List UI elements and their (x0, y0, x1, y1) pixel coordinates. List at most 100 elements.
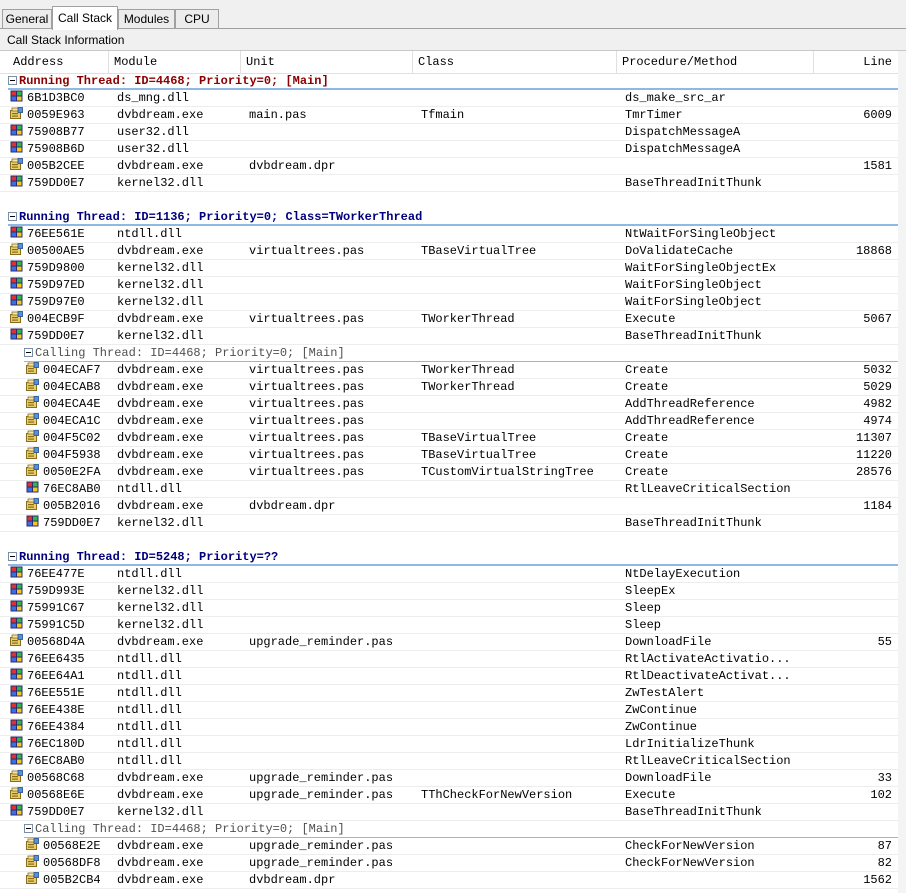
cell-module: dvbdream.exe (117, 244, 204, 258)
stack-frame-row[interactable]: 76EE6435 ntdll.dll RtlActivateActivatio... (0, 651, 898, 668)
call-stack-grid[interactable]: Address Module Unit Class Procedure/Meth… (0, 50, 906, 893)
cell-module: dvbdream.exe (117, 839, 204, 853)
cell-procedure: Sleep (625, 618, 662, 632)
stack-frame-row[interactable]: 00568E6E dvbdream.exe upgrade_reminder.pas… (0, 787, 898, 804)
stack-frame-row[interactable]: 76EE561E ntdll.dll NtWaitForSingleObject (0, 226, 898, 243)
column-header-address[interactable]: Address (8, 51, 109, 73)
column-header-procedure[interactable]: Procedure/Method (617, 51, 814, 73)
column-header-class[interactable]: Class (413, 51, 617, 73)
cell-unit: dvbdream.dpr (249, 499, 336, 513)
column-header-module[interactable]: Module (109, 51, 241, 73)
stack-frame-row[interactable]: 004F5938 dvbdream.exe virtualtrees.pas TBas… (0, 447, 898, 464)
cell-unit: virtualtrees.pas (249, 414, 365, 428)
stack-frame-row[interactable]: 759D993E kernel32.dll SleepEx (0, 583, 898, 600)
source-unit-icon (10, 787, 23, 799)
stack-frame-row[interactable]: 759D9800 kernel32.dll WaitForSingleObjectE… (0, 260, 898, 277)
calling-thread-group-header[interactable]: Calling Thread: ID=4468; Priority=0; [Ma… (24, 345, 898, 362)
system-module-icon (10, 226, 23, 238)
collapse-icon[interactable] (8, 212, 17, 222)
column-header-unit[interactable]: Unit (241, 51, 413, 73)
stack-frame-row[interactable]: 004ECB9F dvbdream.exe virtualtrees.pas TWor… (0, 311, 898, 328)
stack-frame-row[interactable]: 76EE477E ntdll.dll NtDelayExecution (0, 566, 898, 583)
tab-cpu[interactable]: CPU (175, 9, 219, 28)
cell-class: TBaseVirtualTree (421, 448, 537, 462)
vertical-scrollbar[interactable] (898, 51, 906, 893)
panel-title: Call Stack Information (7, 33, 125, 47)
cell-procedure: BaseThreadInitThunk (625, 805, 762, 819)
stack-frame-row[interactable]: 75991C5D kernel32.dll Sleep (0, 617, 898, 634)
cell-line: 87 (877, 839, 892, 853)
cell-class: TThCheckForNewVersion (421, 788, 573, 802)
stack-frame-row[interactable]: 004ECA4E dvbdream.exe virtualtrees.pas AddT… (0, 396, 898, 413)
source-unit-icon (10, 311, 23, 323)
stack-frame-row[interactable]: 75908B6D user32.dll DispatchMessageA (0, 141, 898, 158)
cell-procedure: DownloadFile (625, 771, 712, 785)
cell-module: dvbdream.exe (117, 431, 204, 445)
stack-frame-row[interactable]: 005B2CB4 dvbdream.exe dvbdream.dpr 1562 (0, 872, 898, 889)
source-unit-icon (26, 430, 39, 442)
stack-frame-row[interactable]: 76EC8AB0 ntdll.dll RtlLeaveCriticalSection (0, 753, 898, 770)
stack-frame-row[interactable]: 759DD0E7 kernel32.dll BaseThreadInitThunk (0, 804, 898, 821)
cell-address: 75991C67 (27, 601, 85, 615)
cell-procedure: ZwTestAlert (625, 686, 705, 700)
system-module-icon (10, 719, 23, 731)
stack-frame-row[interactable]: 005B2CEE dvbdream.exe dvbdream.dpr 1581 (0, 158, 898, 175)
cell-module: dvbdream.exe (117, 448, 204, 462)
tab-modules[interactable]: Modules (118, 9, 175, 28)
tab-bar: General Call Stack Modules CPU (0, 0, 906, 30)
running-thread-group-header[interactable]: Running Thread: ID=5248; Priority=?? (8, 549, 898, 566)
cell-procedure: BaseThreadInitThunk (625, 176, 762, 190)
stack-frame-row[interactable]: 004ECA1C dvbdream.exe virtualtrees.pas AddT… (0, 413, 898, 430)
stack-frame-row[interactable]: 0050E2FA dvbdream.exe virtualtrees.pas TCus… (0, 464, 898, 481)
stack-frame-row[interactable]: 00568C68 dvbdream.exe upgrade_reminder.pas… (0, 770, 898, 787)
stack-frame-row[interactable]: 004ECAB8 dvbdream.exe virtualtrees.pas TWor… (0, 379, 898, 396)
collapse-icon[interactable] (8, 552, 17, 562)
cell-unit: virtualtrees.pas (249, 465, 365, 479)
column-header-line[interactable]: Line (814, 51, 898, 73)
stack-frame-row[interactable]: 76EE64A1 ntdll.dll RtlDeactivateActivat... (0, 668, 898, 685)
stack-frame-row[interactable]: 00568DF8 dvbdream.exe upgrade_reminder.pas… (0, 855, 898, 872)
collapse-icon[interactable] (24, 348, 33, 358)
calling-thread-group-header[interactable]: Calling Thread: ID=4468; Priority=0; [Ma… (24, 821, 898, 838)
cell-address: 759D97ED (27, 278, 85, 292)
cell-address: 004ECA1C (43, 414, 101, 428)
stack-frame-row[interactable]: 76EE438E ntdll.dll ZwContinue (0, 702, 898, 719)
collapse-icon[interactable] (24, 824, 33, 834)
cell-module: kernel32.dll (117, 618, 204, 632)
system-module-icon (10, 124, 23, 136)
stack-frame-row[interactable]: 759DD0E7 kernel32.dll BaseThreadInitThunk (0, 175, 898, 192)
stack-frame-row[interactable]: 00568E2E dvbdream.exe upgrade_reminder.pas… (0, 838, 898, 855)
running-thread-group-header[interactable]: Running Thread: ID=4468; Priority=0; [Ma… (8, 73, 898, 90)
stack-frame-row[interactable]: 76EE551E ntdll.dll ZwTestAlert (0, 685, 898, 702)
stack-frame-row[interactable]: 759DD0E7 kernel32.dll BaseThreadInitThunk (0, 328, 898, 345)
cell-module: dvbdream.exe (117, 108, 204, 122)
stack-frame-row[interactable]: 759D97ED kernel32.dll WaitForSingleObject (0, 277, 898, 294)
stack-frame-row[interactable]: 759D97E0 kernel32.dll WaitForSingleObject (0, 294, 898, 311)
cell-module: dvbdream.exe (117, 499, 204, 513)
stack-frame-row[interactable]: 00500AE5 dvbdream.exe virtualtrees.pas TBas… (0, 243, 898, 260)
stack-frame-row[interactable]: 005B2016 dvbdream.exe dvbdream.dpr 1184 (0, 498, 898, 515)
stack-frame-row[interactable]: 76EC180D ntdll.dll LdrInitializeThunk (0, 736, 898, 753)
tab-general[interactable]: General (2, 9, 52, 28)
cell-procedure: AddThreadReference (625, 414, 755, 428)
running-thread-group-header[interactable]: Running Thread: ID=1136; Priority=0; Cla… (8, 209, 898, 226)
stack-frame-row[interactable]: 759DD0E7 kernel32.dll BaseThreadInitThunk (0, 515, 898, 532)
stack-frame-row[interactable]: 75991C67 kernel32.dll Sleep (0, 600, 898, 617)
tab-call-stack[interactable]: Call Stack (52, 6, 118, 30)
cell-address: 004ECAB8 (43, 380, 101, 394)
stack-frame-row[interactable]: 004ECAF7 dvbdream.exe virtualtrees.pas TWor… (0, 362, 898, 379)
stack-frame-row[interactable]: 6B1D3BC0 ds_mng.dll ds_make_src_ar (0, 90, 898, 107)
cell-address: 76EE64A1 (27, 669, 85, 683)
collapse-icon[interactable] (8, 76, 17, 86)
stack-frame-row[interactable]: 0059E963 dvbdream.exe main.pas Tfmain TmrTim… (0, 107, 898, 124)
stack-frame-row[interactable]: 75908B77 user32.dll DispatchMessageA (0, 124, 898, 141)
stack-frame-row[interactable]: 004F5C02 dvbdream.exe virtualtrees.pas TBas… (0, 430, 898, 447)
stack-frame-row[interactable]: 00568D4A dvbdream.exe upgrade_reminder.pas… (0, 634, 898, 651)
stack-frame-row[interactable]: 76EE4384 ntdll.dll ZwContinue (0, 719, 898, 736)
cell-module: dvbdream.exe (117, 856, 204, 870)
source-unit-icon (10, 634, 23, 646)
cell-address: 005B2CB4 (43, 873, 101, 887)
stack-frame-row[interactable]: 76EC8AB0 ntdll.dll RtlLeaveCriticalSection (0, 481, 898, 498)
system-module-icon (10, 753, 23, 765)
cell-address: 00568E6E (27, 788, 85, 802)
